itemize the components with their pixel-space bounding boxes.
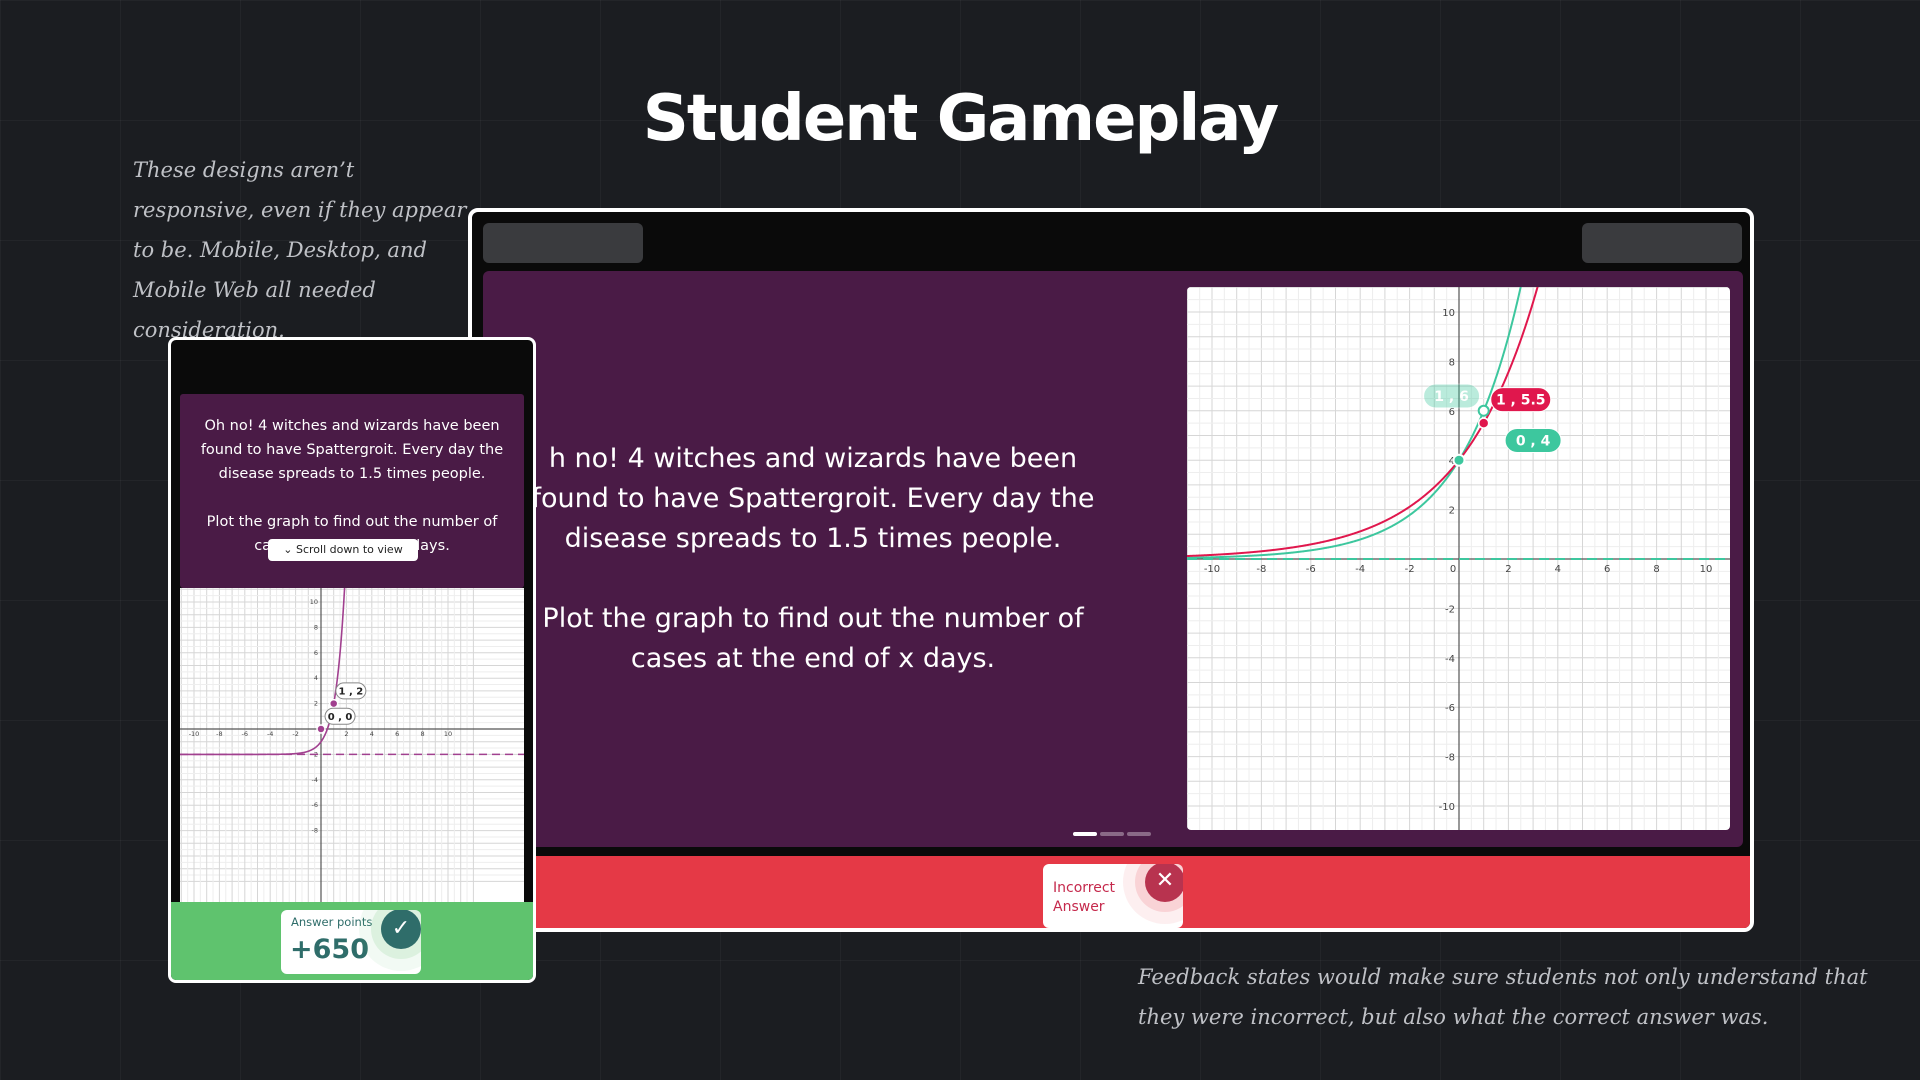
x-tick-label: -4 — [267, 730, 273, 738]
y-tick-label: 6 — [314, 649, 318, 657]
question-text: h no! 4 witches and wizards have been fo… — [531, 443, 1095, 674]
x-tick-label: -6 — [1306, 564, 1316, 575]
student-point — [1477, 417, 1490, 429]
y-tick-label: 8 — [314, 623, 318, 631]
point-one-two — [328, 698, 339, 709]
y-tick-label: 4 — [314, 674, 318, 682]
y-tick-label: -4 — [312, 776, 318, 784]
point-origin — [316, 724, 326, 734]
y-tick-label: 10 — [310, 598, 318, 606]
chevron-down-icon: ⌄ — [283, 543, 296, 556]
correct-curve — [1187, 287, 1522, 559]
top-bar-left-button[interactable] — [483, 223, 643, 263]
y-tick-label: -4 — [1445, 654, 1455, 665]
graph-canvas[interactable]: -10 -8 -6 -4 -2 0 2 4 6 8 10 10 8 6 4 2 -2 -4 -6 -8 -10 0 , 4… — [1187, 287, 1730, 830]
point-label-faded-text: 1 , 6 — [1434, 389, 1469, 405]
scroll-hint-button[interactable]: ⌄ Scroll down to view — [268, 539, 418, 561]
mobile-question-text: Oh no! 4 witches and wizards have been f… — [200, 418, 504, 554]
x-tick-label: -6 — [242, 730, 248, 738]
x-tick-label: -8 — [216, 730, 222, 738]
design-note-feedback: Feedback states would make sure students… — [1138, 965, 1868, 1029]
y-tick-label: -6 — [312, 801, 318, 809]
graph-svg[interactable]: -10 -8 -6 -4 -2 0 2 4 6 8 10108642-2-4-6-8-100 , 4… — [1187, 287, 1730, 830]
x-tick-label: 4 — [370, 730, 374, 738]
feedback-bar-correct: Answer points +650 ✓ — [171, 902, 533, 980]
y-tick-label: 10 — [1442, 308, 1455, 319]
point-label-2-text: 0 , 0 — [328, 712, 353, 723]
feedback-label: Incorrect Answer — [1053, 880, 1116, 915]
point-label-correct-text: 0 , 4 — [1516, 433, 1551, 449]
close-icon[interactable]: ✕ — [1145, 864, 1183, 902]
page-title: Student Gameplay — [642, 82, 1279, 156]
student-curve — [1187, 287, 1539, 558]
y-tick-label: 8 — [1449, 357, 1455, 368]
page-dot[interactable] — [1100, 832, 1124, 836]
y-tick-label: -2 — [1445, 604, 1455, 615]
pagination-dots — [1073, 821, 1154, 840]
mobile-graph-canvas[interactable]: -10 -8 -6 -4 -2 2 4 6 8 10 10 8 6 4 2 -2 -4 -6 -8 1 , 20 , … — [180, 588, 524, 906]
x-tick-label: -4 — [1355, 564, 1365, 575]
y-tick-label: -10 — [1439, 802, 1455, 813]
mobile-question-panel: Oh no! 4 witches and wizards have been f… — [180, 394, 524, 588]
answer-points-card: Answer points +650 ✓ — [281, 910, 421, 974]
x-tick-label: 8 — [421, 730, 425, 738]
feedback-bar-incorrect: Incorrect Answer ✕ — [472, 856, 1750, 928]
correct-point-faded — [1477, 404, 1490, 417]
x-tick-label: -8 — [1256, 564, 1266, 575]
x-tick-label: 10 — [1700, 564, 1713, 575]
x-tick-label: -2 — [292, 730, 298, 738]
mobile-graph-svg[interactable]: -10 -8 -6 -4 -2 2 4 6 8 10108642-2-4-6-81 , 20 , … — [180, 588, 524, 906]
x-tick-label: -10 — [189, 730, 200, 738]
check-icon: ✓ — [381, 910, 421, 949]
point-label-faded-group: 1 , 6 — [1423, 383, 1481, 409]
mobile-mockup: Oh no! 4 witches and wizards have been f… — [168, 337, 536, 983]
design-note-responsive: These designs aren’t responsive, even if… — [133, 158, 467, 342]
x-tick-label: 2 — [344, 730, 348, 738]
x-tick-label: 2 — [1505, 564, 1511, 575]
question-panel: h no! 4 witches and wizards have been fo… — [483, 271, 1743, 847]
x-tick-label: -10 — [1204, 564, 1220, 575]
x-tick-label: 0 — [1450, 564, 1456, 575]
y-tick-label: 2 — [314, 700, 318, 708]
page-dot[interactable] — [1073, 832, 1097, 836]
page-dot[interactable] — [1127, 832, 1151, 836]
point-label-1-text: 1 , 2 — [339, 687, 364, 698]
scroll-hint-label: Scroll down to view — [296, 543, 403, 556]
y-tick-label: 2 — [1449, 506, 1455, 517]
answer-points-label: Answer points — [291, 915, 373, 929]
point-label-student-text: 1 , 5.5 — [1496, 393, 1546, 409]
correct-point — [1452, 453, 1466, 467]
x-tick-label: 6 — [1604, 564, 1610, 575]
x-tick-label: 6 — [395, 730, 399, 738]
x-tick-label: 10 — [444, 730, 452, 738]
y-tick-label: -6 — [1445, 703, 1455, 714]
y-tick-label: -8 — [312, 827, 318, 835]
x-tick-label: 8 — [1653, 564, 1659, 575]
y-tick-label: -8 — [1445, 753, 1455, 764]
desktop-mockup: h no! 4 witches and wizards have been fo… — [468, 208, 1754, 932]
answer-points-value: +650 — [290, 934, 369, 965]
incorrect-answer-card: Incorrect Answer ✕ — [1043, 864, 1183, 928]
top-bar-right-button[interactable] — [1582, 223, 1742, 263]
x-tick-label: -2 — [1405, 564, 1415, 575]
x-tick-label: 4 — [1555, 564, 1561, 575]
